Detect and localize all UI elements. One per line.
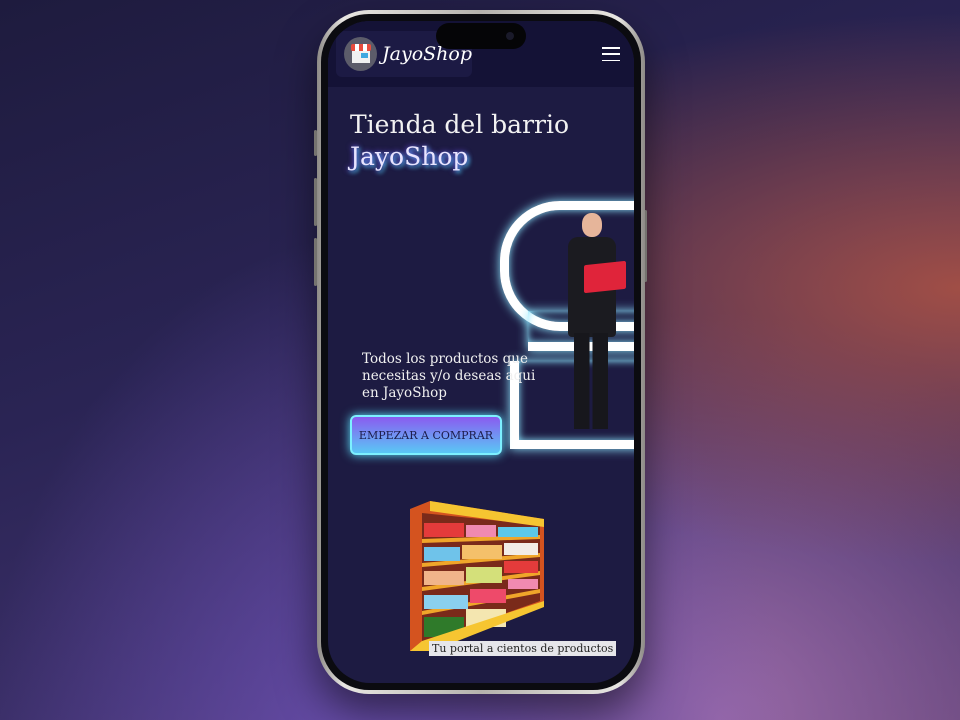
hero-title-brand: JayoShop: [350, 142, 469, 171]
phone-screen: JayoShop Tienda del barrio JayoShop Todo…: [328, 21, 634, 683]
hamburger-menu-icon[interactable]: [602, 47, 620, 61]
hero-title-line1: Tienda del barrio: [350, 110, 570, 139]
supermarket-shelf-image: [410, 501, 544, 651]
phone-bezel: JayoShop Tienda del barrio JayoShop Todo…: [321, 14, 641, 690]
businessman-with-laptop-image: [560, 213, 626, 433]
hero-title: Tienda del barrio JayoShop: [350, 109, 569, 173]
products-caption: Tu portal a cientos de productos: [429, 641, 617, 656]
start-shopping-button[interactable]: EMPEZAR A COMPRAR: [350, 415, 502, 455]
dynamic-island: [436, 23, 526, 49]
store-icon: [344, 37, 378, 71]
phone-mockup: JayoShop Tienda del barrio JayoShop Todo…: [317, 10, 645, 694]
hero-description: Todos los productos que necesitas y/o de…: [362, 351, 536, 401]
